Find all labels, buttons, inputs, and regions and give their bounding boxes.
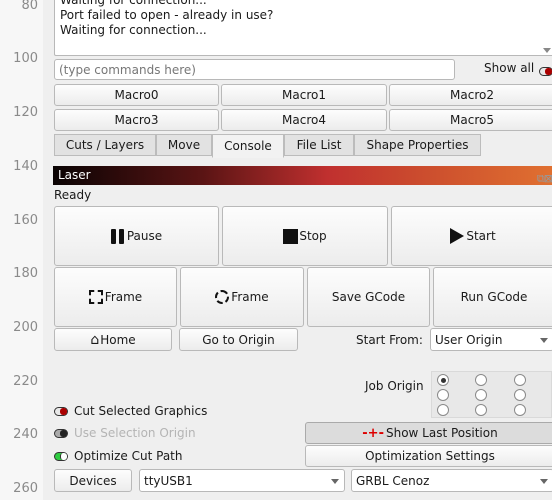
home-button[interactable]: ⌂ Home [54,328,172,351]
origin-top-left-radio[interactable] [437,374,449,386]
use-selection-origin-option: Use Selection Origin [54,426,196,440]
cut-selected-graphics-toggle[interactable] [54,406,68,416]
macro0-button[interactable]: Macro0 [54,84,219,106]
chevron-down-icon [331,478,339,484]
origin-center-radio[interactable] [475,389,487,401]
macro4-button[interactable]: Macro4 [221,109,387,131]
frame-circle-label: Frame [231,290,269,304]
macro5-button[interactable]: Macro5 [389,109,552,131]
optimize-cut-path-option[interactable]: Optimize Cut Path [54,449,183,463]
pause-icon [110,228,124,244]
optimize-cut-path-label: Optimize Cut Path [74,449,183,463]
line-number: 100 [13,51,38,66]
command-input[interactable] [54,59,455,80]
port-select[interactable]: ttyUSB1 [139,469,345,492]
start-button[interactable]: Start [391,206,552,266]
show-last-position-button[interactable]: -+- Show Last Position [305,422,552,444]
home-icon: ⌂ [90,331,100,348]
laser-status: Ready [54,188,92,202]
line-number: 120 [13,105,38,120]
line-number: 220 [13,374,38,389]
home-label: Home [100,332,136,347]
go-to-origin-button[interactable]: Go to Origin [179,328,298,351]
job-origin-grid [431,371,552,418]
macro2-button[interactable]: Macro2 [389,84,552,106]
show-all-toggle[interactable] [539,67,552,76]
port-value: ttyUSB1 [144,473,193,488]
cut-selected-graphics-label: Cut Selected Graphics [74,404,208,418]
show-last-position-label: Show Last Position [385,426,498,440]
use-selection-origin-label: Use Selection Origin [74,426,196,440]
crosshair-icon: -+- [362,425,384,441]
line-number: 180 [13,266,38,281]
frame-rect-label: Frame [104,290,143,304]
macro3-button[interactable]: Macro3 [54,109,219,131]
close-panel-icon[interactable]: ⊠ [544,172,552,185]
line-number: 160 [13,213,38,228]
device-value: GRBL Cenoz [356,473,430,488]
origin-top-center-radio[interactable] [475,374,487,386]
start-from-select[interactable]: User Origin [430,328,552,351]
use-selection-origin-toggle [54,428,68,438]
console-line: Waiting for connection... [60,0,207,7]
frame-rect-button[interactable]: Frame [54,267,177,327]
job-origin-label: Job Origin [365,379,424,393]
chevron-down-icon [540,478,548,484]
stop-icon [283,228,299,244]
origin-middle-right-radio[interactable] [514,389,526,401]
origin-bottom-right-radio[interactable] [514,404,526,416]
origin-middle-left-radio[interactable] [437,389,449,401]
pause-label: Pause [126,229,163,243]
line-number: 200 [13,320,38,335]
console-line: Port failed to open - already in use? [60,8,274,22]
origin-bottom-left-radio[interactable] [437,404,449,416]
console-output[interactable]: Waiting for connection... Port failed to… [54,0,552,56]
tab-file-list[interactable]: File List [284,134,354,156]
optimization-settings-button[interactable]: Optimization Settings [305,445,552,467]
line-number: 140 [13,159,38,174]
play-icon [450,228,465,244]
console-line: Waiting for connection... [60,23,207,37]
show-all-label: Show all [484,61,535,75]
pause-button[interactable]: Pause [54,206,219,266]
optimize-cut-path-toggle[interactable] [54,451,68,461]
device-select[interactable]: GRBL Cenoz [351,469,552,492]
tab-console[interactable]: Console [212,134,284,158]
stop-button[interactable]: Stop [222,206,388,266]
circle-frame-icon [215,290,230,304]
devices-button[interactable]: Devices [54,469,132,492]
rectangle-frame-icon [88,290,103,304]
float-panel-icon[interactable]: ⧉ [537,172,545,185]
line-number-gutter: 80 100 120 140 160 180 200 220 240 260 [0,0,43,500]
frame-circle-button[interactable]: Frame [180,267,304,327]
chevron-down-icon [540,337,548,343]
laser-panel-header: Laser ⧉⊠ [53,166,552,185]
line-number: 260 [13,481,38,496]
line-number: 80 [21,0,38,13]
save-gcode-button[interactable]: Save GCode [307,267,430,327]
scroll-down-arrow-icon[interactable] [543,48,551,53]
start-from-value: User Origin [435,332,503,347]
tab-shape-properties[interactable]: Shape Properties [354,134,481,156]
start-label: Start [466,229,496,243]
tab-cuts-layers[interactable]: Cuts / Layers [54,134,156,156]
line-number: 240 [13,427,38,442]
laser-panel-title: Laser [58,168,91,182]
cut-selected-graphics-option[interactable]: Cut Selected Graphics [54,404,207,418]
tab-move[interactable]: Move [156,134,212,156]
run-gcode-button[interactable]: Run GCode [433,267,552,327]
macro1-button[interactable]: Macro1 [221,84,387,106]
origin-top-right-radio[interactable] [514,374,526,386]
origin-bottom-center-radio[interactable] [475,404,487,416]
stop-label: Stop [299,229,327,243]
start-from-label: Start From: [356,333,423,347]
